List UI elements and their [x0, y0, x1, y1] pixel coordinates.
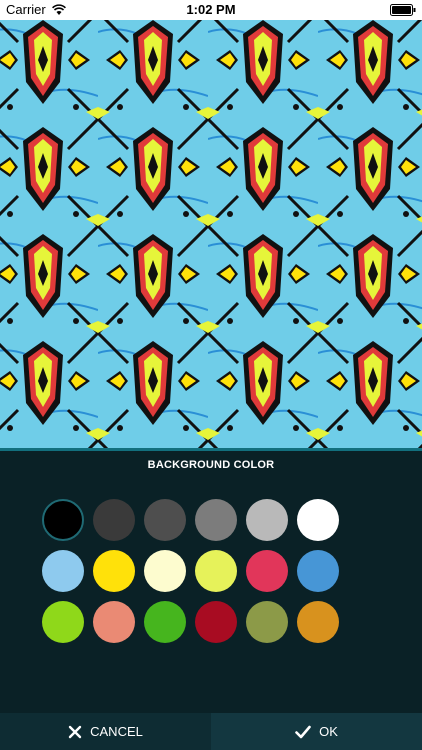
ok-button[interactable]: OK [211, 713, 422, 750]
color-swatch[interactable] [195, 601, 237, 643]
color-swatch[interactable] [297, 499, 339, 541]
battery-icon [390, 4, 416, 16]
color-swatch[interactable] [246, 499, 288, 541]
status-bar: Carrier 1:02 PM [0, 0, 422, 20]
color-swatch[interactable] [42, 601, 84, 643]
color-swatch[interactable] [297, 601, 339, 643]
color-swatch[interactable] [246, 550, 288, 592]
color-swatch[interactable] [144, 499, 186, 541]
color-swatch[interactable] [144, 601, 186, 643]
color-swatch[interactable] [93, 499, 135, 541]
ok-label: OK [319, 724, 338, 739]
pattern-preview[interactable] [0, 20, 422, 448]
cancel-button[interactable]: CANCEL [0, 713, 211, 750]
color-swatch[interactable] [93, 550, 135, 592]
footer-bar: CANCEL OK [0, 713, 422, 750]
checkmark-icon [295, 725, 311, 738]
color-swatch[interactable] [144, 550, 186, 592]
status-time: 1:02 PM [186, 2, 236, 17]
color-swatch[interactable] [195, 550, 237, 592]
color-swatch[interactable] [42, 550, 84, 592]
background-color-panel: BACKGROUND COLOR [0, 451, 422, 713]
panel-title: BACKGROUND COLOR [147, 459, 275, 471]
cancel-label: CANCEL [90, 724, 143, 739]
pattern-canvas [0, 20, 422, 448]
color-swatch[interactable] [93, 601, 135, 643]
close-icon [68, 725, 82, 738]
color-swatch[interactable] [195, 499, 237, 541]
color-swatch[interactable] [246, 601, 288, 643]
color-swatch[interactable] [42, 499, 84, 541]
color-swatch[interactable] [297, 550, 339, 592]
